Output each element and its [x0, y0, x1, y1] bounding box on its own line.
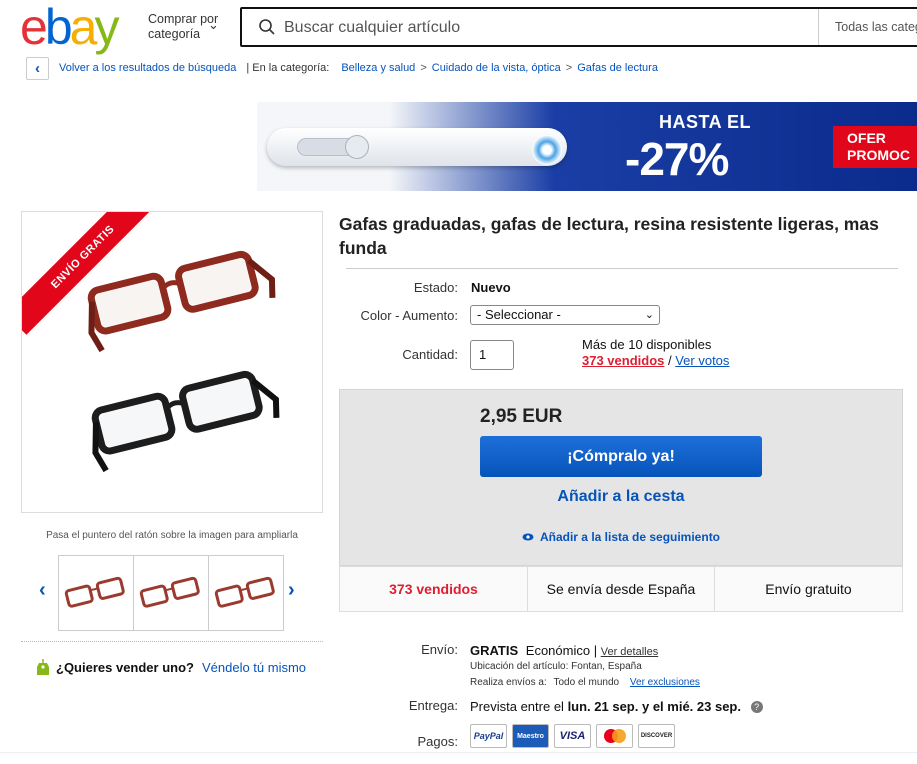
banner-discount: -27%	[625, 133, 729, 185]
breadcrumb-item-reading-glasses[interactable]: Gafas de lectura	[577, 62, 658, 74]
mastercard-icon	[596, 724, 633, 748]
banner-offer-tag: OFER PROMOC	[833, 126, 917, 168]
condition-label: Estado:	[413, 280, 458, 295]
item-location: Ubicación del artículo: Fontan, España	[470, 661, 642, 672]
thumbnail-1[interactable]	[58, 555, 134, 631]
thumbnail-3[interactable]	[208, 555, 284, 631]
votes-link[interactable]: Ver votos	[675, 353, 729, 368]
banner-offer-line1: OFER	[847, 130, 886, 146]
delivery-dates: lun. 21 sep. y el mié. 23 sep.	[567, 699, 741, 714]
add-to-cart-button[interactable]: Añadir a la cesta	[480, 488, 762, 506]
sold-count-link[interactable]: 373 vendidos	[582, 353, 664, 368]
back-to-results-link[interactable]: Volver a los resultados de búsqueda	[59, 62, 236, 74]
shop-by-category-button[interactable]: Comprar por categoría ⌄	[148, 12, 220, 42]
promo-banner[interactable]: HASTA EL -27% OFER PROMOC	[257, 102, 917, 191]
info-free-shipping: Envío gratuito	[765, 581, 852, 597]
sell-question: ¿Quieres vender uno?	[56, 659, 194, 675]
divider	[0, 752, 917, 753]
breadcrumb-separator: >	[420, 62, 427, 74]
payment-methods: PayPal Maestro VISA DISCOVER	[470, 724, 680, 748]
thumbs-next-icon[interactable]: ›	[288, 579, 295, 602]
thumbnail-glasses-icon	[139, 576, 200, 608]
main-product-image[interactable]: ENVÍO GRATIS	[21, 211, 323, 513]
exclusions-link[interactable]: Ver exclusiones	[630, 677, 700, 688]
thumbnail-2[interactable]	[133, 555, 209, 631]
banner-offer-line2: PROMOC	[847, 147, 910, 163]
shipping-summary: GRATIS Económico | Ver detalles	[470, 643, 658, 658]
breadcrumb-separator: >	[565, 62, 573, 74]
shipping-label: Envío:	[421, 642, 458, 657]
in-category-label: | En la categoría:	[246, 62, 330, 74]
color-select[interactable]: - Seleccionar - ⌄	[470, 305, 660, 325]
logo-letter-b: b	[44, 0, 73, 55]
breadcrumb-item-beauty[interactable]: Belleza y salud	[341, 62, 415, 74]
info-bar: 373 vendidos Se envía desde España Envío…	[339, 566, 903, 612]
divider	[21, 641, 323, 642]
info-ships-from: Se envía desde España	[528, 567, 715, 611]
ebay-logo[interactable]: ebay	[20, 0, 119, 55]
brush-power-icon	[345, 135, 369, 159]
logo-letter-y: y	[94, 0, 119, 55]
eye-icon	[522, 530, 534, 544]
product-title: Gafas graduadas, gafas de lectura, resin…	[339, 214, 879, 258]
breadcrumb-item-eye-care[interactable]: Cuidado de la vista, óptica	[432, 62, 561, 74]
ships-to: Realiza envíos a: Todo el mundo Ver excl…	[470, 677, 700, 688]
back-arrow-icon[interactable]: ‹	[26, 56, 49, 80]
thumbnail-glasses-icon	[64, 576, 125, 608]
banner-headline: HASTA EL	[659, 112, 751, 132]
availability: Más de 10 disponibles 373 vendidos / Ver…	[582, 337, 729, 369]
info-sold: 373 vendidos	[340, 567, 528, 611]
divider	[346, 268, 898, 269]
discover-icon: DISCOVER	[638, 724, 675, 748]
available-text: Más de 10 disponibles	[582, 337, 712, 352]
buy-now-button[interactable]: ¡Cómpralo ya!	[480, 436, 762, 477]
search-bar: Buscar cualquier artículo Todas las cate…	[240, 7, 917, 47]
shipping-type: Económico	[525, 643, 591, 658]
shipping-free: GRATIS	[470, 643, 519, 658]
logo-letter-a: a	[69, 0, 98, 55]
sell-it-link[interactable]: Véndelo tú mismo	[202, 660, 306, 675]
brush-head-image	[532, 135, 562, 165]
ships-to-label: Realiza envíos a:	[470, 677, 547, 688]
payments-label: Pagos:	[417, 734, 458, 749]
search-icon	[259, 19, 275, 35]
delivery-estimate: Prevista entre el lun. 21 sep. y el mié.…	[470, 699, 763, 714]
ships-to-value: Todo el mundo	[553, 677, 620, 688]
sell-one-section: ¿Quieres vender uno? Véndelo tú mismo	[36, 658, 306, 676]
visa-icon: VISA	[554, 724, 591, 748]
quantity-input[interactable]: 1	[470, 340, 514, 370]
color-select-value: - Seleccionar -	[477, 307, 561, 322]
quantity-label: Cantidad:	[402, 347, 458, 362]
slash-separator: /	[664, 353, 676, 368]
thumbs-prev-icon[interactable]: ‹	[39, 579, 46, 602]
shipping-details-link[interactable]: Ver detalles	[601, 646, 658, 658]
add-to-watchlist-button[interactable]: Añadir a la lista de seguimiento	[480, 530, 762, 544]
watchlist-label: Añadir a la lista de seguimiento	[539, 530, 721, 544]
paypal-icon: PayPal	[470, 724, 507, 748]
breadcrumb: ‹ Volver a los resultados de búsqueda | …	[26, 56, 658, 80]
toothbrush-image	[267, 128, 567, 166]
help-icon[interactable]: ?	[750, 701, 763, 713]
category-select[interactable]: Todas las categ	[818, 9, 917, 45]
delivery-prefix: Prevista entre el	[470, 699, 564, 714]
header: ebay Comprar por categoría ⌄ Buscar cual…	[0, 0, 917, 56]
condition-value: Nuevo	[471, 280, 511, 295]
chevron-down-icon: ⌄	[208, 17, 219, 32]
price: 2,95 EUR	[480, 406, 563, 427]
chevron-down-icon: ⌄	[644, 309, 654, 321]
search-input[interactable]: Buscar cualquier artículo	[284, 19, 460, 37]
logo-letter-e: e	[20, 0, 48, 55]
pipe-separator: |	[593, 643, 598, 658]
zoom-hint: Pasa el puntero del ratón sobre la image…	[46, 530, 298, 541]
maestro-icon: Maestro	[512, 724, 549, 748]
delivery-label: Entrega:	[408, 698, 458, 713]
price-tag-icon	[37, 659, 49, 675]
color-label: Color - Aumento:	[360, 308, 458, 323]
thumbnail-glasses-icon	[214, 576, 275, 608]
